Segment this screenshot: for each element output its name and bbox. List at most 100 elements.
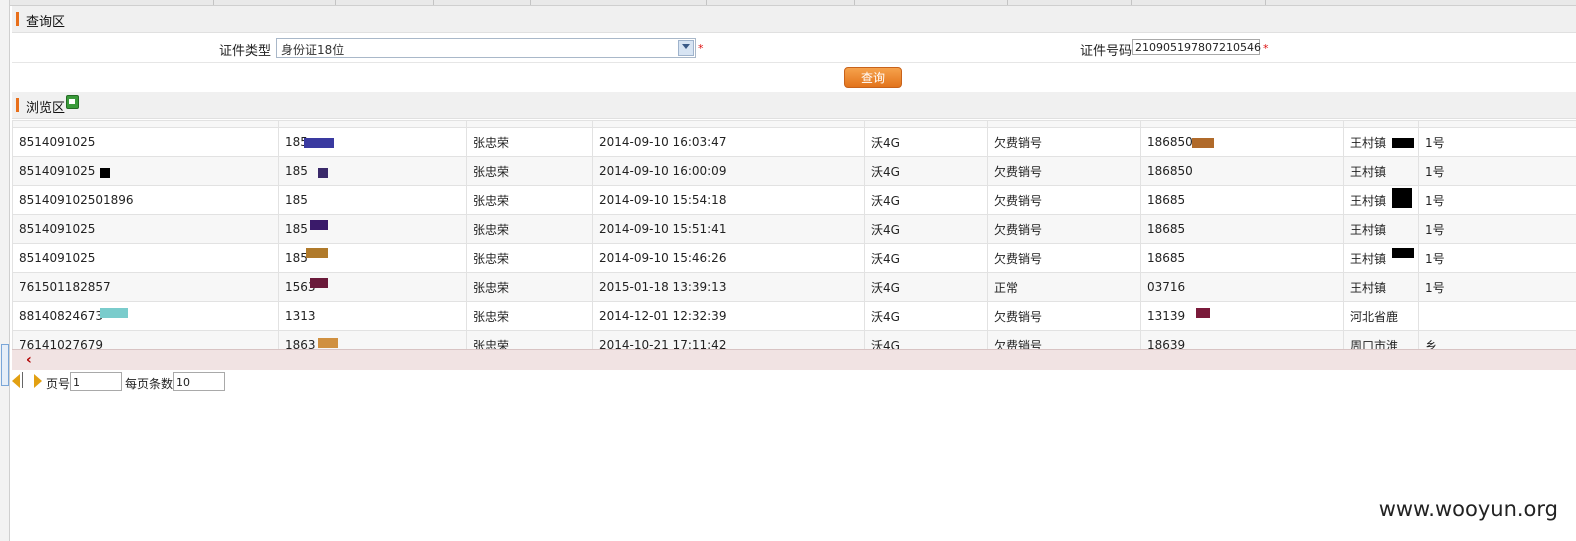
prev-page-icon[interactable] (12, 374, 20, 388)
name-cell: 张忠荣 (466, 214, 593, 244)
account-cell: 851409102501896 (12, 185, 279, 215)
account-cell: 761501182857 (12, 272, 279, 302)
page-size-label: 每页条数 (125, 377, 174, 391)
account-cell: 8514091025 (12, 243, 279, 273)
redaction-mark (100, 308, 128, 318)
address-extra-cell: 1号 (1418, 243, 1576, 273)
address-extra-cell: 1号 (1418, 185, 1576, 215)
redaction-mark (1392, 248, 1414, 258)
query-section-title: 查询区 (26, 15, 66, 30)
time-cell: 2014-09-10 16:00:09 (592, 156, 865, 186)
pagination-bar: 页号 1 每页条数 10 (12, 372, 412, 392)
table-row[interactable]: 8514091025 185 张忠荣 2014-09-10 16:03:47 沃4G 欠费… (12, 127, 1576, 157)
phone-cell: 185 (278, 156, 467, 186)
table-row[interactable]: 88140824673 1313 张忠荣 2014-12-01 12:32:39 沃4G… (12, 301, 1576, 331)
contact-cell: 03716 (1140, 272, 1344, 302)
address-cell: 王村镇 (1343, 156, 1419, 186)
id-type-label: 证件类型 (219, 44, 272, 59)
redaction-mark (1192, 138, 1214, 148)
page-size-input[interactable]: 10 (173, 372, 225, 391)
redaction-mark (1196, 308, 1210, 318)
redaction-mark (100, 168, 110, 178)
status-cell: 欠费销号 (987, 214, 1141, 244)
table-row[interactable]: 761501182857 1563 张忠荣 2015-01-18 13:39:13 沃4… (12, 272, 1576, 302)
phone-cell: 185 (278, 214, 467, 244)
left-collapse-bar[interactable] (0, 0, 10, 541)
plan-cell: 沃4G (864, 272, 988, 302)
table-row[interactable]: 8514091025 185 张忠荣 2014-09-10 15:51:41 沃4G 欠费… (12, 214, 1576, 244)
status-cell: 欠费销号 (987, 185, 1141, 215)
required-mark: * (1263, 42, 1269, 55)
id-type-select[interactable]: 身份证18位 (276, 38, 696, 58)
table-row[interactable]: 8514091025 185 张忠荣 2014-09-10 16:00:09 沃4G 欠费… (12, 156, 1576, 186)
address-cell: 河北省鹿 (1343, 301, 1419, 331)
table-row[interactable]: 8514091025 185 张忠荣 2014-09-10 15:46:26 沃4G 欠费… (12, 243, 1576, 273)
account-cell: 8514091025 (12, 127, 279, 157)
account-cell: 8514091025 (12, 156, 279, 186)
scroll-left-icon[interactable]: ‹ (26, 352, 32, 368)
redaction-mark (310, 220, 328, 230)
horizontal-scrollbar[interactable]: ‹ (12, 349, 1576, 370)
redaction-mark (318, 168, 328, 178)
name-cell: 张忠荣 (466, 185, 593, 215)
plan-cell: 沃4G (864, 301, 988, 331)
status-cell: 欠费销号 (987, 127, 1141, 157)
time-cell: 2014-09-10 15:54:18 (592, 185, 865, 215)
phone-cell: 1563 (278, 272, 467, 302)
status-cell: 欠费销号 (987, 156, 1141, 186)
time-cell: 2014-09-10 16:03:47 (592, 127, 865, 157)
query-section-header: 查询区 (12, 6, 1576, 33)
plan-cell: 沃4G (864, 185, 988, 215)
address-extra-cell: 1号 (1418, 214, 1576, 244)
redaction-mark (1392, 188, 1412, 208)
browse-section-title: 浏览区 (26, 101, 66, 116)
redaction-mark (318, 338, 338, 348)
time-cell: 2014-09-10 15:51:41 (592, 214, 865, 244)
name-cell: 张忠荣 (466, 272, 593, 302)
status-cell: 欠费销号 (987, 301, 1141, 331)
account-cell: 88140824673 (12, 301, 279, 331)
query-form-row: 证件类型 身份证18位 * 证件号码 210905197807210546 * (12, 36, 1576, 63)
redaction-mark (306, 248, 328, 258)
address-cell: 王村镇 (1343, 214, 1419, 244)
id-number-label: 证件号码 (1080, 44, 1133, 59)
address-extra-cell: 1号 (1418, 127, 1576, 157)
time-cell: 2014-09-10 15:46:26 (592, 243, 865, 273)
status-cell: 正常 (987, 272, 1141, 302)
query-button[interactable]: 查询 (844, 67, 902, 88)
contact-cell: 18685 (1140, 243, 1344, 273)
phone-cell: 1313 (278, 301, 467, 331)
page-number-label: 页号 (46, 377, 71, 391)
contact-cell: 13139 (1140, 301, 1344, 331)
plan-cell: 沃4G (864, 127, 988, 157)
id-type-selected-value: 身份证18位 (281, 43, 345, 57)
account-cell: 8514091025 (12, 214, 279, 244)
contact-cell: 18685 (1140, 214, 1344, 244)
collapse-handle[interactable] (1, 344, 9, 386)
export-icon[interactable] (66, 95, 79, 109)
time-cell: 2015-01-18 13:39:13 (592, 272, 865, 302)
required-mark: * (698, 42, 704, 55)
status-cell: 欠费销号 (987, 243, 1141, 273)
address-extra-cell: 1号 (1418, 272, 1576, 302)
page-number-input[interactable]: 1 (70, 372, 122, 391)
results-table: 8514091025 185 张忠荣 2014-09-10 16:03:47 沃4G 欠费… (12, 120, 1576, 360)
section-accent-bar (16, 98, 19, 112)
name-cell: 张忠荣 (466, 127, 593, 157)
chevron-down-icon[interactable] (678, 40, 694, 56)
contact-cell: 18685 (1140, 185, 1344, 215)
plan-cell: 沃4G (864, 214, 988, 244)
redaction-mark (1392, 138, 1414, 148)
address-cell: 王村镇 (1343, 272, 1419, 302)
browse-section-header: 浏览区 (12, 92, 1576, 119)
contact-cell: 186850 (1140, 127, 1344, 157)
redaction-mark (304, 138, 334, 148)
watermark-text: www.wooyun.org (1378, 497, 1558, 521)
redaction-mark (310, 278, 328, 288)
plan-cell: 沃4G (864, 156, 988, 186)
contact-cell: 186850 (1140, 156, 1344, 186)
table-row[interactable]: 851409102501896 185 张忠荣 2014-09-10 15:54:18… (12, 185, 1576, 215)
next-page-icon[interactable] (34, 374, 42, 388)
id-number-input[interactable]: 210905197807210546 (1132, 39, 1261, 55)
pager-divider (22, 372, 23, 388)
